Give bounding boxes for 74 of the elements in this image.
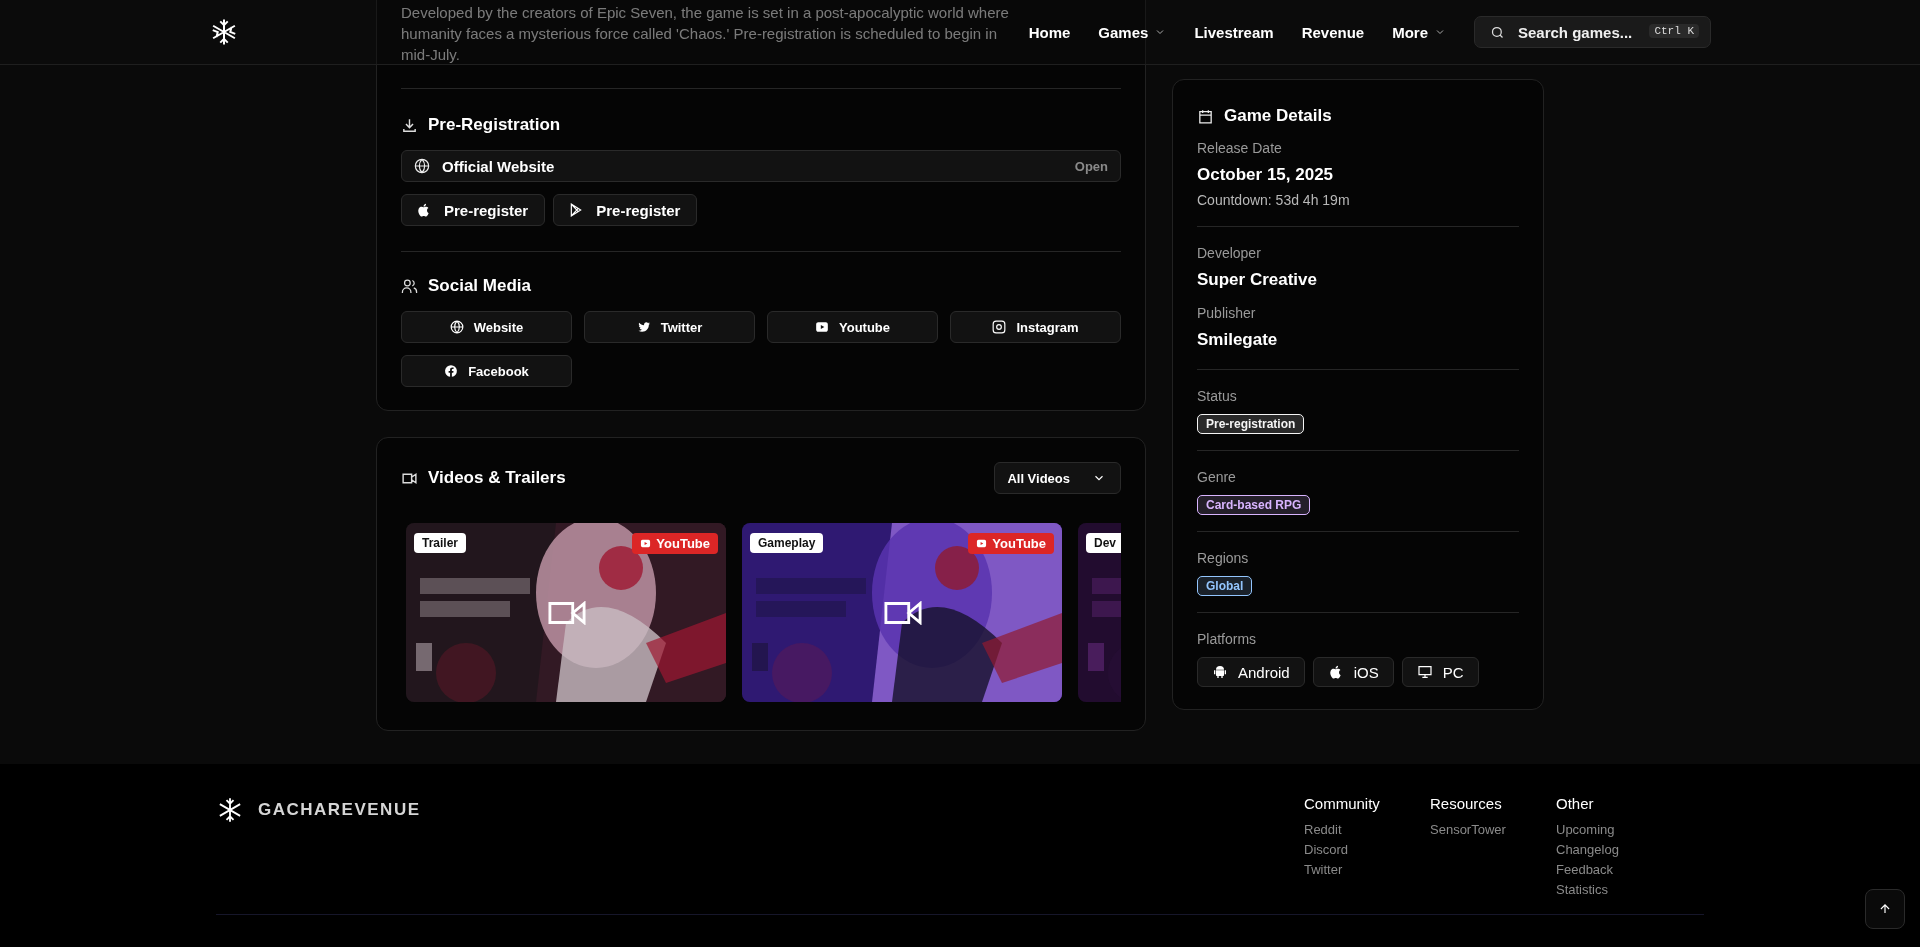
monitor-icon: [1416, 664, 1433, 680]
tag: Card-based RPG: [1197, 495, 1311, 515]
play-button-icon: [640, 538, 652, 549]
platform-chip: iOS: [1312, 657, 1394, 687]
field-label: Publisher: [1197, 304, 1257, 323]
footer-link[interactable]: SensorTower: [1430, 820, 1508, 840]
platform-chip: PC: [1401, 657, 1479, 687]
footer-link[interactable]: Feedback: [1556, 860, 1634, 880]
brand-name: GACHAREVENUE: [258, 800, 421, 820]
nav-link[interactable]: More: [1392, 23, 1446, 41]
users-icon: [401, 277, 418, 295]
social-link[interactable]: Instagram: [950, 311, 1121, 343]
video-category-badge: Gameplay: [750, 533, 824, 553]
source-label: YouTube: [656, 536, 710, 551]
nav-link[interactable]: Home: [1028, 23, 1071, 41]
nav-link[interactable]: Livestream: [1194, 23, 1274, 41]
download-icon: [401, 116, 418, 134]
field-label: Release Date: [1197, 139, 1283, 158]
source-label: YouTube: [992, 536, 1046, 551]
play-button-icon: [976, 538, 988, 549]
calendar-icon: [1197, 107, 1214, 125]
play-button-icon: [815, 320, 829, 334]
video-thumbnail[interactable]: Gameplay YouTube: [742, 523, 1062, 702]
social-link[interactable]: Youtube: [767, 311, 938, 343]
video-filter-dropdown[interactable]: All Videos: [994, 462, 1121, 494]
footer-link[interactable]: Upcoming: [1556, 820, 1634, 840]
footer-heading: Community: [1304, 794, 1381, 814]
field-label: Regions: [1197, 549, 1250, 568]
globe-icon: [449, 320, 464, 334]
arrow-up-icon: [1878, 902, 1892, 916]
bird-icon: [636, 320, 651, 334]
footer-link[interactable]: Statistics: [1556, 880, 1634, 900]
section-title: Videos & Trailers: [428, 468, 566, 488]
camera-icon: [992, 320, 1007, 334]
card-title: Game Details: [1224, 106, 1332, 126]
field-value: October 15, 2025: [1197, 164, 1335, 186]
section-title: Social Media: [428, 276, 531, 296]
video-camera-icon: [884, 601, 922, 625]
field-value: Super Creative: [1197, 269, 1318, 291]
pre-register-button[interactable]: Pre-register: [553, 194, 698, 226]
field-label: Genre: [1197, 468, 1237, 487]
footer-heading: Other: [1556, 794, 1595, 814]
official-website-link[interactable]: Official Website Open: [401, 150, 1121, 182]
footer-link[interactable]: Changelog: [1556, 840, 1634, 860]
field-label: Developer: [1197, 244, 1262, 263]
footer-heading: Resources: [1430, 794, 1503, 814]
footer-link[interactable]: Twitter: [1304, 860, 1382, 880]
field-value: Smilegate: [1197, 329, 1279, 351]
social-link[interactable]: Facebook: [401, 355, 572, 387]
nav-link[interactable]: Revenue: [1301, 23, 1365, 41]
video-thumbnail[interactable]: Trailer YouTube: [406, 523, 726, 702]
footer-link[interactable]: Discord: [1304, 840, 1382, 860]
video-category-badge: Dev: [1086, 533, 1121, 553]
search-icon: [1490, 25, 1505, 40]
f-logo-icon: [444, 364, 459, 378]
footer-link[interactable]: Reddit: [1304, 820, 1382, 840]
video-camera-icon: [548, 601, 586, 625]
social-link[interactable]: Twitter: [584, 311, 755, 343]
video-category-badge: Trailer: [414, 533, 467, 553]
platform-chip: Android: [1197, 657, 1305, 687]
field-label: Status: [1197, 387, 1238, 406]
pre-register-button[interactable]: Pre-register: [401, 194, 546, 226]
game-description: Developed by the creators of Epic Seven, the game is set in a post-apocalyptic world where humanity faces a mysterious force called 'Chaos.' Pre-registration is scheduled to begin in mid-July.: [401, 3, 1010, 65]
tag: Global: [1197, 576, 1253, 596]
video-thumbnail[interactable]: Dev: [1078, 523, 1121, 702]
tag: Pre-registration: [1197, 414, 1305, 434]
section-title: Pre-Registration: [428, 115, 561, 135]
shortcut-key: Ctrl K: [1649, 24, 1699, 38]
nav-link[interactable]: Games: [1098, 23, 1167, 41]
social-link[interactable]: Website: [401, 311, 572, 343]
field-label: Platforms: [1197, 630, 1258, 649]
globe-icon: [414, 158, 430, 174]
robot-icon: [1212, 664, 1228, 680]
countdown-text: Countdown: 53d 4h 19m: [1197, 191, 1351, 210]
